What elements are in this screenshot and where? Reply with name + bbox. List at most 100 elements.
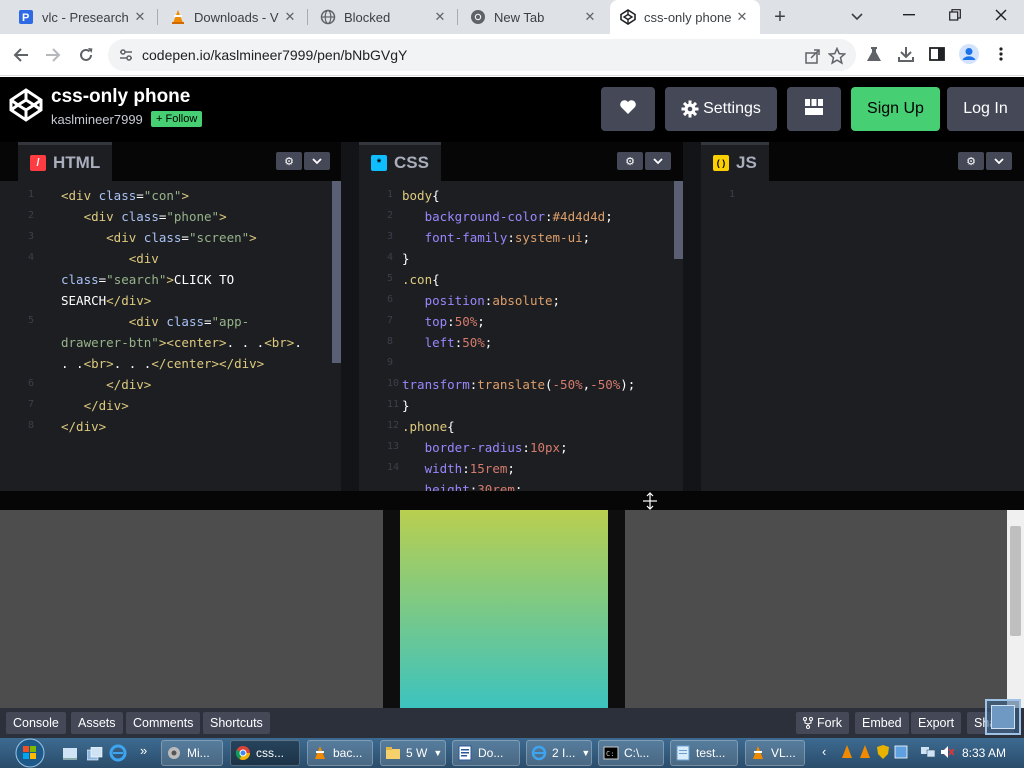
download-icon[interactable] [895, 43, 917, 65]
editor-divider[interactable] [683, 142, 701, 494]
code-line[interactable]: <div class="phone"> [61, 206, 227, 227]
reload-icon[interactable] [73, 42, 99, 68]
code-line[interactable]: </div> [61, 374, 151, 395]
code-line[interactable]: position:absolute; [402, 290, 561, 311]
tab-presearch[interactable]: P vlc - Presearch ✕ [8, 0, 158, 34]
preview-resize-bar[interactable] [0, 491, 1024, 510]
css-editor-scrollbar[interactable] [674, 181, 683, 259]
pen-author-link[interactable]: kaslmineer7999 [51, 112, 143, 127]
share-icon[interactable] [804, 47, 822, 65]
chevron-down-icon[interactable] [304, 152, 330, 170]
profile-avatar-icon[interactable] [958, 43, 980, 65]
code-line[interactable]: <div class="con"> [61, 185, 189, 206]
assets-button[interactable]: Assets [71, 712, 123, 734]
close-icon[interactable]: ✕ [734, 9, 750, 25]
site-settings-icon[interactable] [118, 47, 134, 63]
js-editor[interactable]: ( ) JS ⚙ 1 [701, 142, 1024, 494]
window-thumbnail-overlay[interactable] [985, 699, 1021, 735]
code-line[interactable]: <div [61, 248, 159, 269]
fork-button[interactable]: Fork [796, 712, 849, 734]
side-panel-icon[interactable] [926, 43, 948, 65]
tab-downloads[interactable]: Downloads - V ✕ [160, 0, 308, 34]
windows-start-icon[interactable] [10, 738, 50, 768]
kebab-menu-icon[interactable] [990, 43, 1012, 65]
codepen-logo-icon[interactable] [8, 87, 44, 123]
code-line[interactable]: . .<br>. . .</center></div> [61, 353, 264, 374]
sign-up-button[interactable]: Sign Up [851, 87, 940, 131]
chevron-down-icon[interactable] [645, 152, 671, 170]
code-line[interactable]: <div class="screen"> [61, 227, 257, 248]
gear-icon[interactable]: ⚙ [958, 152, 984, 170]
back-arrow-icon[interactable] [8, 42, 34, 68]
forward-arrow-icon[interactable] [40, 42, 66, 68]
security-shield-icon[interactable] [876, 745, 890, 759]
code-line[interactable]: drawerer-btn"><center>. . .<br>. [61, 332, 302, 353]
css-editor-tab[interactable]: * CSS [359, 142, 441, 181]
taskbar-item-cmd[interactable]: C: C:\... [598, 740, 664, 766]
code-line[interactable]: </div> [61, 416, 106, 437]
code-line[interactable]: SEARCH</div> [61, 290, 151, 311]
taskbar-item-mi[interactable]: Mi... [161, 740, 223, 766]
code-line[interactable]: .con{ [402, 269, 440, 290]
volume-muted-icon[interactable] [940, 745, 954, 759]
close-window-icon[interactable] [978, 0, 1024, 30]
heart-button[interactable] [601, 87, 655, 131]
code-line[interactable]: left:50%; [402, 332, 493, 353]
layout-button[interactable] [787, 87, 841, 131]
tab-css-only-phone[interactable]: css-only phone ✕ [610, 0, 760, 34]
bookmark-star-icon[interactable] [828, 47, 846, 65]
url-text[interactable]: codepen.io/kaslmineer7999/pen/bNbGVgY [142, 47, 407, 63]
console-button[interactable]: Console [6, 712, 66, 734]
embed-button[interactable]: Embed [855, 712, 909, 734]
taskbar-item-vlc[interactable]: VL... [745, 740, 805, 766]
code-line[interactable]: } [402, 395, 410, 416]
restore-icon[interactable] [932, 0, 978, 30]
network-icon[interactable] [921, 745, 935, 759]
html-editor-tab[interactable]: / HTML [18, 142, 113, 181]
code-line[interactable]: border-radius:10px; [402, 437, 568, 458]
html-editor-scrollbar[interactable] [332, 181, 341, 363]
quicklaunch-overflow-icon[interactable]: » [140, 743, 147, 758]
vlc-tray-icon[interactable] [840, 745, 854, 759]
comments-button[interactable]: Comments [126, 712, 201, 734]
follow-button[interactable]: + Follow [151, 111, 203, 127]
window-switcher-icon[interactable] [87, 747, 103, 761]
code-line[interactable]: transform:translate(-50%,-50%); [402, 374, 635, 395]
settings-button[interactable]: Settings [665, 87, 777, 131]
tab-new-tab[interactable]: New Tab ✕ [460, 0, 608, 34]
gear-icon[interactable]: ⚙ [617, 152, 643, 170]
html-editor[interactable]: / HTML ⚙ 1 2 3 4 5 6 7 8 <div class="con"> <div … [0, 142, 341, 494]
extension-flask-icon[interactable] [863, 43, 885, 65]
address-bar[interactable]: codepen.io/kaslmineer7999/pen/bNbGVgY [108, 39, 856, 71]
code-line[interactable]: font-family:system-ui; [402, 227, 591, 248]
close-icon[interactable]: ✕ [282, 9, 298, 25]
code-line[interactable]: width:15rem; [402, 458, 515, 479]
taskbar-item-2i[interactable]: 2 I... ▼ [526, 740, 592, 766]
taskbar-item-bac[interactable]: bac... [307, 740, 373, 766]
shortcuts-button[interactable]: Shortcuts [203, 712, 270, 734]
internet-explorer-icon[interactable] [109, 744, 127, 762]
css-editor[interactable]: * CSS ⚙ 1 2 3 4 5 6 7 8 9 10 11 12 13 14 body{ backgro… [359, 142, 683, 494]
new-tab-plus-icon[interactable]: + [768, 5, 792, 29]
code-line[interactable]: .phone{ [402, 416, 455, 437]
code-line[interactable]: </div> [61, 395, 129, 416]
show-desktop-icon[interactable] [63, 747, 77, 760]
code-line[interactable]: top:50%; [402, 311, 485, 332]
code-line[interactable]: class="search">CLICK TO [61, 269, 234, 290]
taskbar-item-5w[interactable]: 5 W ▼ [380, 740, 446, 766]
chevron-down-icon[interactable] [986, 152, 1012, 170]
taskbar-clock[interactable]: 8:33 AM [962, 746, 1006, 760]
minimize-icon[interactable] [886, 0, 932, 30]
tab-blocked[interactable]: Blocked ✕ [310, 0, 458, 34]
code-line[interactable]: body{ [402, 185, 440, 206]
taskbar-item-do[interactable]: Do... [452, 740, 520, 766]
css-code-area[interactable]: 1 2 3 4 5 6 7 8 9 10 11 12 13 14 body{ background-colo… [359, 181, 683, 494]
tray-expand-icon[interactable]: ‹ [822, 744, 826, 759]
resize-arrows-icon[interactable] [642, 492, 658, 510]
js-code-area[interactable]: 1 [701, 181, 1024, 494]
action-center-flag-icon[interactable] [894, 745, 908, 759]
code-line[interactable]: <div class="app- [61, 311, 249, 332]
vlc-tray-icon[interactable] [858, 745, 872, 759]
code-line[interactable]: } [402, 248, 410, 269]
js-editor-tab[interactable]: ( ) JS [701, 142, 769, 181]
